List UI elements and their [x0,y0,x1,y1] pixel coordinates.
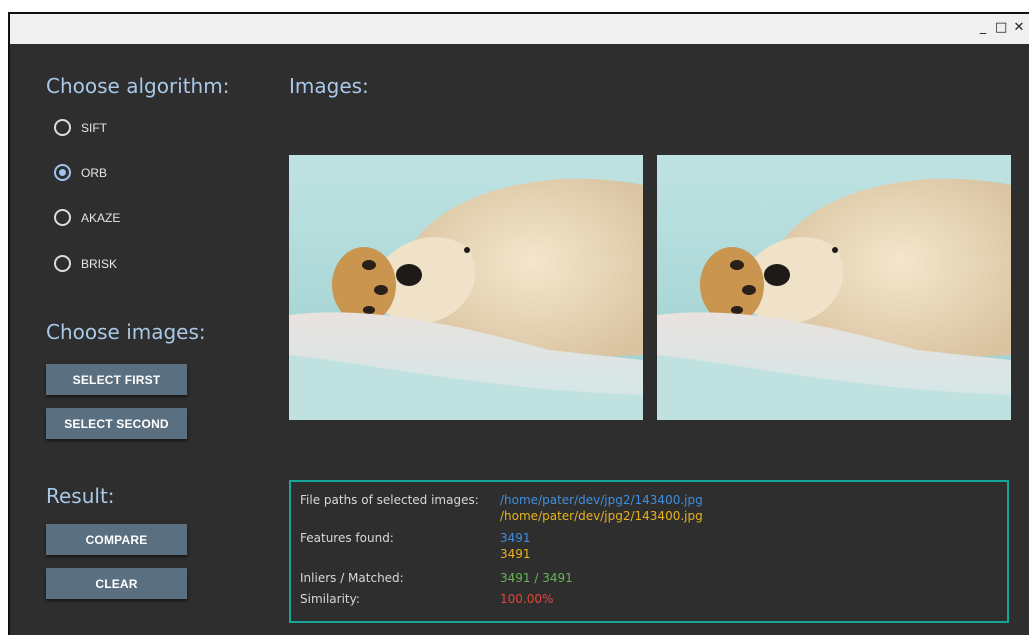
clear-button[interactable]: CLEAR [46,568,187,599]
images-title: Images: [289,74,369,98]
choose-algorithm-title: Choose algorithm: [46,74,230,98]
radio-brisk[interactable]: BRISK [54,255,117,272]
inliers-matched-value: 3491 / 3491 [500,571,573,585]
choose-images-title: Choose images: [46,320,206,344]
maximize-icon[interactable]: □ [995,20,1007,35]
radio-sift[interactable]: SIFT [54,119,107,136]
radio-label: BRISK [81,256,118,271]
select-second-button[interactable]: SELECT SECOND [46,408,187,439]
radio-label: AKAZE [81,210,121,225]
main-content: Choose algorithm: SIFT ORB AKAZE BRISK C… [10,44,1029,635]
second-features-count: 3491 [500,547,531,561]
compare-button[interactable]: COMPARE [46,524,187,555]
radio-label: ORB [81,165,108,180]
radio-akaze[interactable]: AKAZE [54,209,120,226]
title-bar: _ □ ✕ [10,14,1029,44]
file-paths-label: File paths of selected images: [300,493,479,507]
radio-label: SIFT [81,120,107,135]
radio-icon[interactable] [54,255,71,272]
second-image-preview [657,155,1011,420]
features-found-label: Features found: [300,531,394,545]
results-panel: File paths of selected images: /home/pat… [289,480,1009,623]
result-title: Result: [46,484,115,508]
radio-orb[interactable]: ORB [54,164,107,181]
radio-checked-icon[interactable] [54,164,71,181]
minimize-icon[interactable]: _ [977,20,989,35]
first-image-path: /home/pater/dev/jpg2/143400.jpg [500,493,703,507]
window-controls: _ □ ✕ [977,20,1025,35]
polar-bear-image [289,155,643,420]
radio-icon[interactable] [54,209,71,226]
inliers-matched-label: Inliers / Matched: [300,571,404,585]
first-image-preview [289,155,643,420]
app-window: _ □ ✕ Choose algorithm: SIFT ORB AKAZE B… [8,12,1029,635]
select-first-button[interactable]: SELECT FIRST [46,364,187,395]
similarity-label: Similarity: [300,592,360,606]
close-icon[interactable]: ✕ [1013,20,1025,35]
polar-bear-image [657,155,1011,420]
second-image-path: /home/pater/dev/jpg2/143400.jpg [500,509,703,523]
first-features-count: 3491 [500,531,531,545]
similarity-value: 100.00% [500,592,554,606]
radio-icon[interactable] [54,119,71,136]
